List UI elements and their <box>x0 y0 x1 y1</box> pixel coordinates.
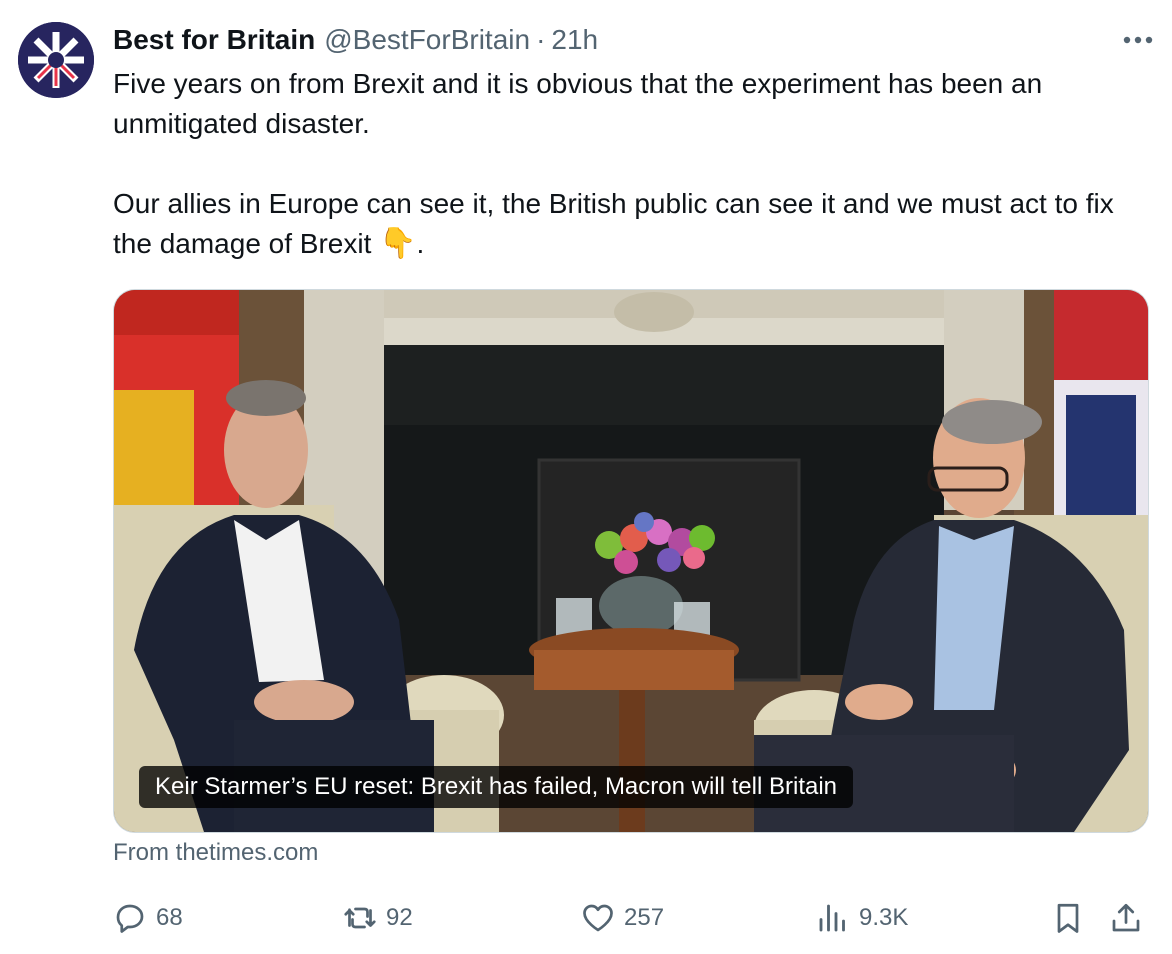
separator-dot: · <box>536 24 546 55</box>
video-thumbnail-image <box>114 290 1148 832</box>
share-icon <box>1112 903 1140 932</box>
bookmark-button[interactable] <box>1050 898 1086 938</box>
like-count: 257 <box>624 904 665 931</box>
author-handle[interactable]: @BestForBritain <box>324 24 530 56</box>
media-card[interactable]: Keir Starmer’s EU reset: Brexit has fail… <box>113 289 1149 833</box>
more-horizontal-icon <box>1123 36 1153 44</box>
more-button[interactable] <box>1120 24 1156 56</box>
views-button[interactable]: 9.3K <box>815 898 908 938</box>
views-count: 9.3K <box>859 904 909 931</box>
tweet-paragraph-2: Our allies in Europe can see it, the Bri… <box>113 184 1158 264</box>
tweet-paragraph-1: Five years on from Brexit and it is obvi… <box>113 68 1043 139</box>
heart-icon <box>583 904 613 932</box>
reply-count: 68 <box>156 904 183 931</box>
like-button[interactable]: 257 <box>580 898 664 938</box>
bookmark-icon <box>1057 903 1079 933</box>
views-chart-icon <box>819 904 845 932</box>
union-flag-star-logo <box>18 22 94 98</box>
media-caption: Keir Starmer’s EU reset: Brexit has fail… <box>139 766 854 808</box>
retweet-icon <box>344 907 376 929</box>
tweet-header: Best for Britain @BestForBritain · 21h <box>113 20 598 60</box>
share-button[interactable] <box>1108 898 1144 938</box>
tweet-text: Five years on from Brexit and it is obvi… <box>113 64 1158 264</box>
reply-icon <box>116 904 144 933</box>
paragraph-2-text: Our allies in Europe can see it, the Bri… <box>113 188 1114 259</box>
timestamp[interactable]: 21h <box>551 24 598 56</box>
pointing-down-emoji: 👇 <box>379 226 417 261</box>
retweet-button[interactable]: 92 <box>342 898 413 938</box>
avatar[interactable] <box>18 22 94 98</box>
action-bar: 68 92 257 9.3K <box>0 898 1172 938</box>
reply-button[interactable]: 68 <box>112 898 183 938</box>
link-source[interactable]: From thetimes.com <box>113 839 318 867</box>
author-name[interactable]: Best for Britain <box>113 24 315 56</box>
paragraph-2-end: . <box>416 228 425 259</box>
retweet-count: 92 <box>386 904 413 931</box>
